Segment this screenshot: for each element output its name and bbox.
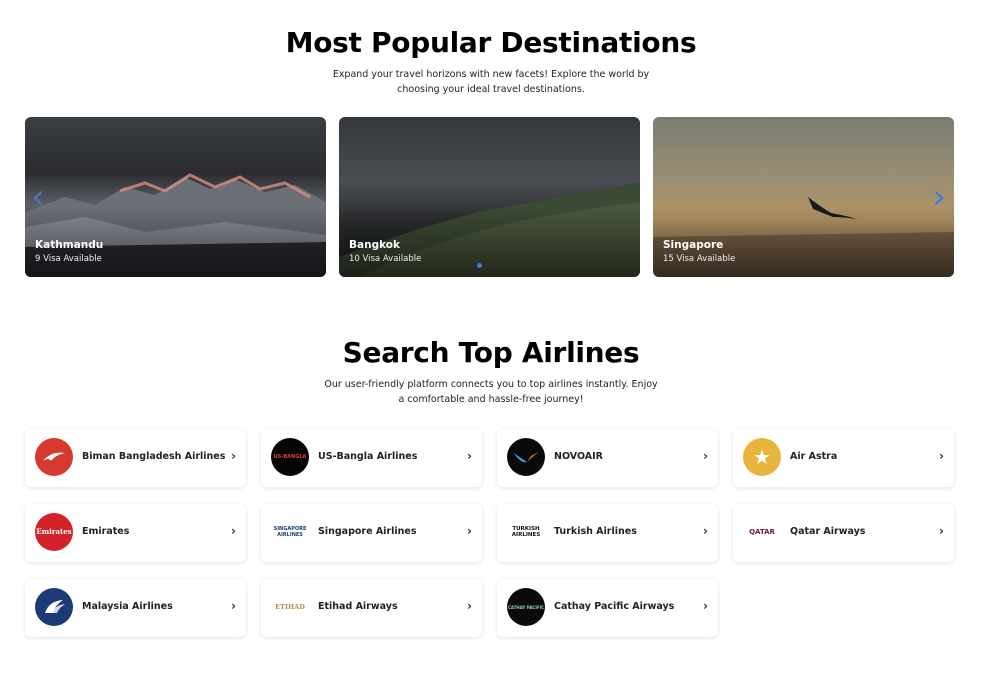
- airline-card-biman[interactable]: Biman Bangladesh Airlines ›: [25, 429, 246, 487]
- destinations-subtitle-line1: Expand your travel horizons with new fac…: [332, 69, 650, 80]
- card-label: Kathmandu 9 Visa Available: [35, 239, 103, 264]
- destination-name: Bangkok: [349, 239, 400, 251]
- carousel-prev-icon[interactable]: ‹: [28, 179, 48, 215]
- destination-card-bangkok[interactable]: Bangkok 10 Visa Available: [339, 117, 640, 277]
- logo-text: ETIHAD: [275, 603, 305, 611]
- airline-name: Etihad Airways: [318, 601, 398, 612]
- airline-name: Cathay Pacific Airways: [554, 601, 675, 612]
- destination-card-singapore[interactable]: Singapore 15 Visa Available: [653, 117, 954, 277]
- airline-name: Qatar Airways: [790, 526, 866, 537]
- destination-name: Kathmandu: [35, 239, 104, 251]
- biman-logo-icon: [35, 438, 73, 476]
- logo-text: ★: [753, 445, 771, 469]
- carousel-indicator-dot[interactable]: [477, 263, 482, 268]
- airlines-subtitle: Our user-friendly platform connects you …: [0, 377, 982, 407]
- airline-card-etihad[interactable]: ETIHAD Etihad Airways ›: [261, 579, 482, 637]
- airline-name: Biman Bangladesh Airlines: [82, 451, 226, 462]
- airline-name: US-Bangla Airlines: [318, 451, 418, 462]
- logo-text: TURKISH AIRLINES: [511, 526, 541, 538]
- airline-name: Turkish Airlines: [554, 526, 637, 537]
- us-bangla-logo-icon: US-BANGLA: [271, 438, 309, 476]
- airline-name: Air Astra: [790, 451, 838, 462]
- carousel-next-icon[interactable]: ›: [929, 179, 949, 215]
- chevron-right-icon: ›: [939, 449, 944, 463]
- airline-card-cathay[interactable]: CATHAY PACIFIC Cathay Pacific Airways ›: [497, 579, 718, 637]
- logo-text: SINGAPORE AIRLINES: [273, 526, 307, 538]
- airline-name: Emirates: [82, 526, 130, 537]
- chevron-right-icon: ›: [703, 449, 708, 463]
- logo-text: QATAR: [749, 528, 775, 536]
- airline-card-air-astra[interactable]: ★ Air Astra ›: [733, 429, 954, 487]
- visa-count: 15 Visa Available: [663, 254, 736, 264]
- novoair-logo-icon: [507, 438, 545, 476]
- airline-name: Singapore Airlines: [318, 526, 417, 537]
- malaysia-airlines-logo-icon: [35, 588, 73, 626]
- turkish-airlines-logo-icon: TURKISH AIRLINES: [507, 513, 545, 551]
- chevron-right-icon: ›: [231, 449, 236, 463]
- chevron-right-icon: ›: [703, 524, 708, 538]
- singapore-airlines-logo-icon: SINGAPORE AIRLINES: [271, 513, 309, 551]
- visa-count: 9 Visa Available: [35, 254, 102, 264]
- chevron-right-icon: ›: [703, 599, 708, 613]
- air-astra-logo-icon: ★: [743, 438, 781, 476]
- chevron-right-icon: ›: [467, 524, 472, 538]
- airline-card-novoair[interactable]: NOVOAIR ›: [497, 429, 718, 487]
- logo-text: CATHAY PACIFIC: [507, 604, 545, 610]
- chevron-right-icon: ›: [467, 449, 472, 463]
- airline-name: NOVOAIR: [554, 451, 603, 462]
- chevron-right-icon: ›: [939, 524, 944, 538]
- airlines-subtitle-line2: a comfortable and hassle-free journey!: [398, 394, 584, 405]
- destinations-subtitle: Expand your travel horizons with new fac…: [0, 67, 982, 97]
- airline-card-malaysia[interactable]: Malaysia Airlines ›: [25, 579, 246, 637]
- airline-card-emirates[interactable]: Emirates Emirates ›: [25, 504, 246, 562]
- emirates-logo-icon: Emirates: [35, 513, 73, 551]
- destinations-subtitle-line2: choosing your ideal travel destinations.: [397, 84, 585, 95]
- destination-name: Singapore: [663, 239, 724, 251]
- airline-card-singapore-airlines[interactable]: SINGAPORE AIRLINES Singapore Airlines ›: [261, 504, 482, 562]
- cathay-pacific-logo-icon: CATHAY PACIFIC: [507, 588, 545, 626]
- logo-text: Emirates: [36, 527, 72, 536]
- airline-name: Malaysia Airlines: [82, 601, 173, 612]
- airline-card-us-bangla[interactable]: US-BANGLA US-Bangla Airlines ›: [261, 429, 482, 487]
- airlines-subtitle-line1: Our user-friendly platform connects you …: [324, 379, 658, 390]
- etihad-logo-icon: ETIHAD: [271, 588, 309, 626]
- visa-count: 10 Visa Available: [349, 254, 422, 264]
- airlines-title: Search Top Airlines: [342, 336, 640, 369]
- destinations-title: Most Popular Destinations: [285, 26, 697, 59]
- qatar-airways-logo-icon: QATAR: [743, 513, 781, 551]
- destination-card-kathmandu[interactable]: Kathmandu 9 Visa Available: [25, 117, 326, 277]
- card-label: Singapore 15 Visa Available: [663, 239, 735, 264]
- airline-card-qatar[interactable]: QATAR Qatar Airways ›: [733, 504, 954, 562]
- chevron-right-icon: ›: [231, 599, 236, 613]
- logo-text: US-BANGLA: [273, 454, 307, 460]
- airline-card-turkish[interactable]: TURKISH AIRLINES Turkish Airlines ›: [497, 504, 718, 562]
- card-label: Bangkok 10 Visa Available: [349, 239, 421, 264]
- chevron-right-icon: ›: [231, 524, 236, 538]
- chevron-right-icon: ›: [467, 599, 472, 613]
